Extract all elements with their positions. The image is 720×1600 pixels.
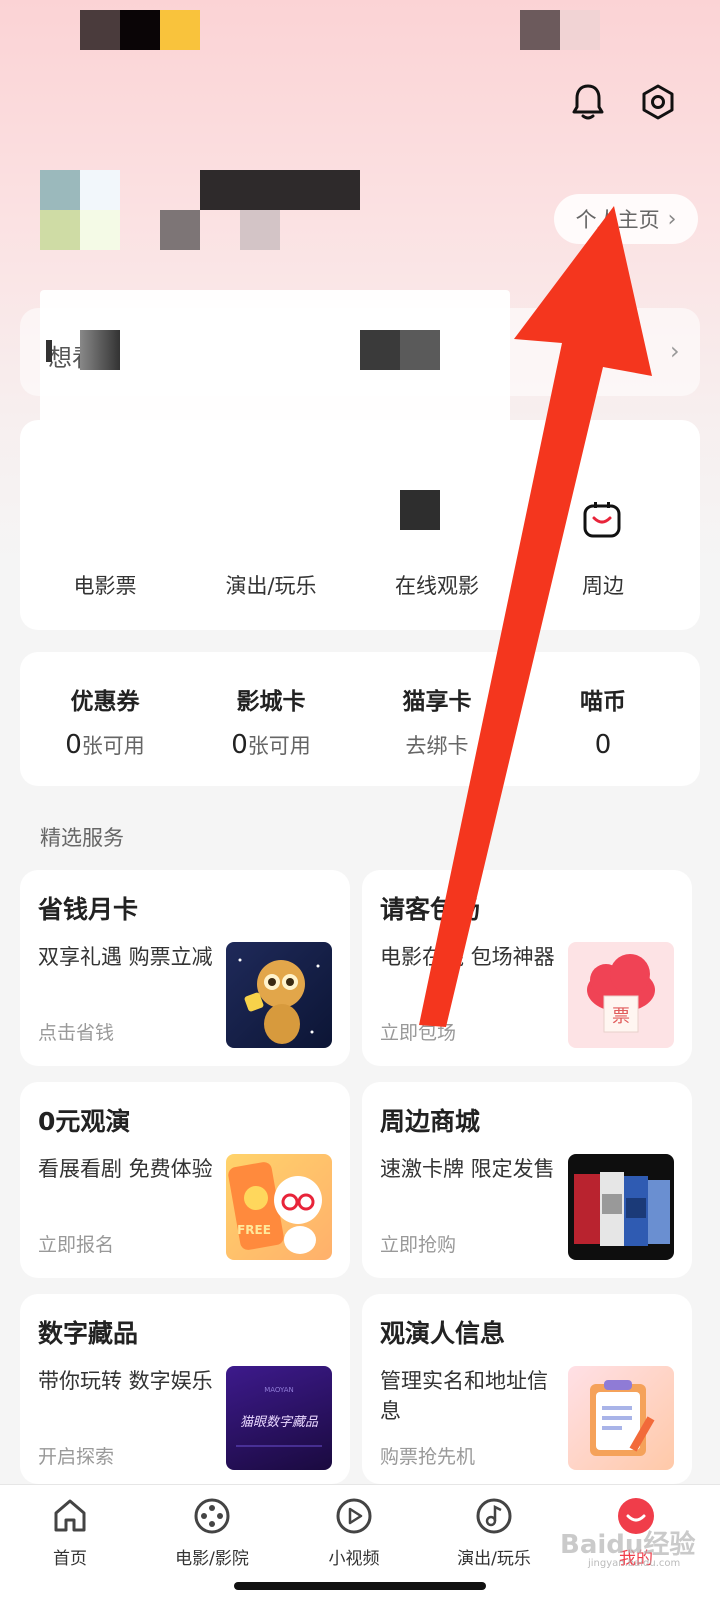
service-title: 周边商城: [380, 1107, 481, 1136]
personal-homepage-button[interactable]: 个人主页 ›: [554, 194, 698, 244]
digital-image-brand: MAOYAN: [264, 1386, 294, 1394]
baidu-watermark: Baidu经验: [560, 1530, 696, 1560]
service-action: 立即报名: [38, 1234, 115, 1256]
ent-blur-overlay: [40, 420, 455, 540]
user-level-badge: [240, 210, 280, 250]
service-action: 购票抢先机: [380, 1446, 476, 1468]
wallet-item-count: 0: [231, 730, 248, 760]
chevron-right-icon: ›: [667, 206, 677, 232]
wallet-maoxiang-card[interactable]: 猫享卡 去绑卡: [352, 682, 522, 760]
wallet-cinema-card[interactable]: 影城卡 0张可用: [186, 682, 356, 760]
status-bar-battery: [520, 10, 560, 50]
personal-homepage-label: 个人主页: [575, 208, 660, 232]
wish-pixel: [80, 330, 120, 370]
service-card-group-booking[interactable]: 请客包场 电影在线 包场神器 立即包场 票: [362, 870, 692, 1066]
card-boxes-image: [568, 1154, 674, 1260]
service-card-free-show[interactable]: 0元观演 看展看剧 免费体验 立即报名 FREE: [20, 1082, 350, 1278]
status-bar-time: [120, 10, 160, 50]
service-action: 点击省钱: [38, 1022, 115, 1044]
avatar[interactable]: [40, 210, 80, 250]
username: [200, 170, 360, 210]
service-title: 0元观演: [38, 1107, 131, 1136]
baidu-watermark-url: jingyan.baidu.com: [588, 1558, 681, 1569]
wallet-item-title: 猫享卡: [402, 689, 472, 715]
avatar[interactable]: [40, 170, 80, 210]
service-desc: 电影在线 包场神器: [380, 945, 555, 969]
wallet-item-unit: 张可用: [81, 734, 145, 758]
tab-label: 电影/影院: [175, 1549, 249, 1569]
ticket-image-text: 票: [612, 1006, 630, 1027]
service-desc: 双享礼遇 购票立减: [38, 945, 213, 969]
settings-gear-icon[interactable]: [636, 80, 680, 124]
wallet-item-title: 喵币: [580, 689, 626, 715]
clipboard-image: [568, 1366, 674, 1470]
tab-movies-cinemas[interactable]: 电影/影院: [152, 1496, 272, 1569]
digital-image-text: 猫眼数字藏品: [240, 1414, 319, 1430]
free-image-text: FREE: [237, 1223, 271, 1237]
tab-label: 小视频: [328, 1549, 380, 1569]
music-note-icon: [476, 1498, 512, 1534]
service-title: 请客包场: [380, 895, 481, 924]
avatar[interactable]: [80, 210, 120, 250]
online-movie-icon[interactable]: [400, 490, 440, 530]
wish-count: [360, 330, 400, 370]
ticket-cloud-image: 票: [568, 942, 674, 1048]
service-card-attendee-info[interactable]: 观演人信息 管理实名和地址信息 购票抢先机: [362, 1294, 692, 1484]
status-bar-icon: [160, 10, 200, 50]
wish-count: [400, 330, 440, 370]
film-reel-icon: [194, 1498, 230, 1534]
ent-item-movie-ticket[interactable]: 电影票: [20, 570, 190, 600]
user-level-badge: [160, 210, 200, 250]
section-title-services: 精选服务: [40, 826, 124, 850]
ent-item-merchandise[interactable]: 周边: [518, 570, 688, 600]
golden-cat-image: [226, 942, 332, 1048]
service-action: 立即抢购: [380, 1234, 457, 1256]
free-ticket-cat-image: FREE: [226, 1154, 332, 1260]
service-card-digital-collectibles[interactable]: 数字藏品 带你玩转 数字娱乐 开启探索 MAOYAN 猫眼数字藏品: [20, 1294, 350, 1484]
avatar[interactable]: [80, 170, 120, 210]
wish-pixel: [46, 340, 52, 362]
home-indicator: [234, 1582, 486, 1590]
ent-item-online-movie[interactable]: 在线观影: [352, 570, 522, 600]
service-action: 开启探索: [38, 1446, 115, 1468]
service-desc: 看展看剧 免费体验: [38, 1157, 213, 1181]
service-desc: 带你玩转 数字娱乐: [38, 1369, 213, 1393]
tab-label: 首页: [53, 1549, 87, 1569]
play-icon: [336, 1498, 372, 1534]
service-title: 观演人信息: [380, 1319, 506, 1348]
tab-shows-fun[interactable]: 演出/玩乐: [434, 1496, 554, 1569]
wallet-miao-coins[interactable]: 喵币 0: [518, 682, 688, 760]
wallet-item-count: 0: [594, 730, 612, 760]
chevron-right-icon[interactable]: ›: [670, 337, 680, 365]
tab-home[interactable]: 首页: [10, 1496, 130, 1569]
service-title: 数字藏品: [38, 1319, 139, 1348]
wallet-item-unit: 张可用: [247, 734, 311, 758]
wallet-item-unit: 去绑卡: [405, 734, 469, 758]
wallet-item-count: 0: [65, 730, 82, 760]
notification-bell-icon[interactable]: [566, 80, 610, 124]
merchandise-icon[interactable]: [580, 498, 624, 542]
tab-short-video[interactable]: 小视频: [294, 1496, 414, 1569]
service-desc: 管理实名和地址信息: [380, 1369, 548, 1423]
home-icon: [54, 1499, 86, 1532]
status-bar-time: [80, 10, 120, 50]
wallet-item-title: 影城卡: [236, 689, 306, 715]
service-desc: 速激卡牌 限定发售: [380, 1157, 555, 1181]
service-card-merch-store[interactable]: 周边商城 速激卡牌 限定发售 立即抢购: [362, 1082, 692, 1278]
ent-item-shows[interactable]: 演出/玩乐: [186, 570, 356, 600]
service-card-savings-pass[interactable]: 省钱月卡 双享礼遇 购票立减 点击省钱: [20, 870, 350, 1066]
wallet-coupons[interactable]: 优惠券 0张可用: [20, 682, 190, 760]
service-action: 立即包场: [380, 1022, 457, 1044]
service-title: 省钱月卡: [38, 895, 139, 924]
status-bar-battery: [560, 10, 600, 50]
digital-collectibles-image: MAOYAN 猫眼数字藏品: [226, 1366, 332, 1470]
tab-label: 演出/玩乐: [457, 1549, 531, 1569]
wallet-item-title: 优惠券: [70, 689, 140, 715]
